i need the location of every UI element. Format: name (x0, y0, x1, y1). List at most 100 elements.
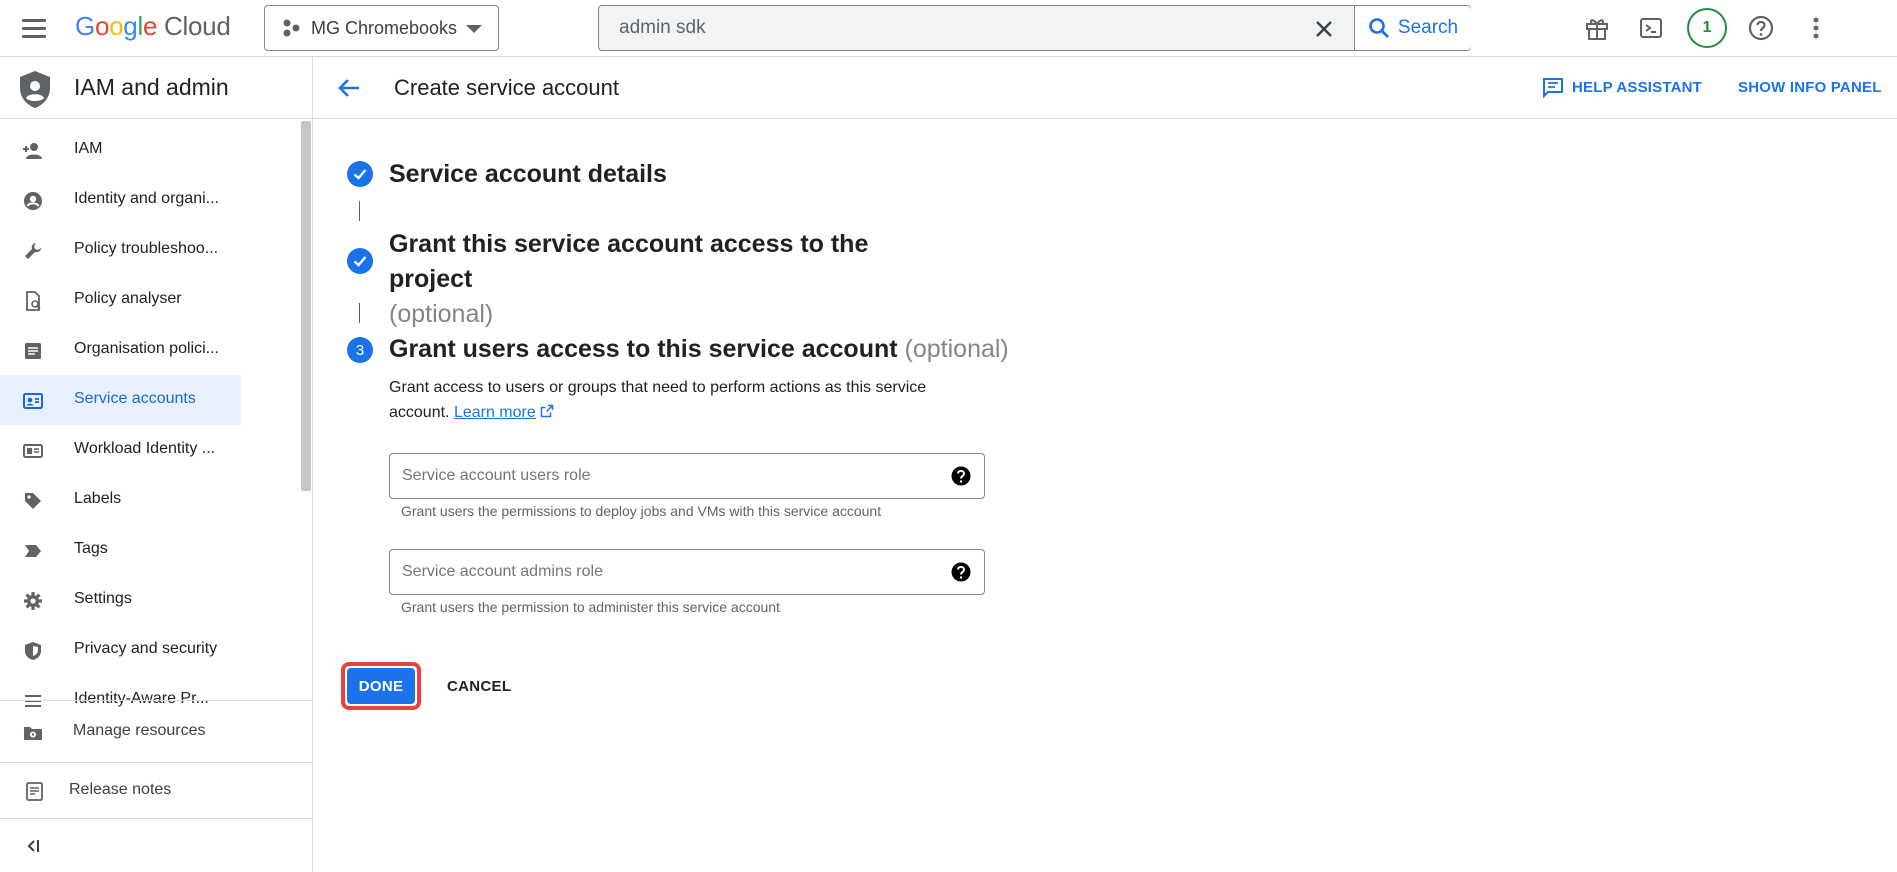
sidebar-scrollbar[interactable] (300, 119, 312, 759)
service-account-admins-role-input[interactable] (390, 550, 930, 594)
step-1-title[interactable]: Service account details (389, 157, 667, 192)
wrench-icon (25, 243, 41, 259)
manage-resources-icon (24, 727, 42, 740)
manage-resources-label: Manage resources (73, 722, 206, 739)
step-3-optional: (optional) (904, 335, 1009, 363)
done-button[interactable]: DONE (347, 668, 415, 704)
google-cloud-logo[interactable]: Google Cloud (75, 11, 231, 42)
terminal-icon[interactable] (1633, 10, 1669, 46)
tag-icon (25, 545, 41, 557)
page-title: Create service account (394, 75, 619, 100)
step-2-complete-icon (347, 248, 373, 274)
project-icon (283, 19, 300, 37)
help-icon[interactable] (950, 561, 972, 583)
sidebar-item-labels[interactable]: Labels (0, 475, 241, 525)
sidebar-item-label: Tags (74, 540, 108, 557)
sidebar-item-policy-analyser[interactable]: Policy analyser (0, 275, 241, 325)
person-add-icon (23, 143, 42, 159)
more-vert-icon[interactable] (1798, 10, 1834, 46)
sidebar-item-label: Service accounts (74, 390, 196, 407)
release-notes-icon (26, 782, 43, 801)
service-account-users-role-input[interactable] (390, 454, 930, 498)
manage-resources-link[interactable]: Manage resources (0, 700, 312, 762)
step-connector (359, 303, 360, 323)
list-document-icon (25, 343, 41, 359)
close-icon[interactable] (1311, 16, 1337, 42)
back-arrow-icon[interactable] (335, 74, 363, 102)
step-2-title-text: Grant this service account access to the… (389, 230, 869, 293)
release-notes-link[interactable]: Release notes (0, 762, 312, 818)
step-2-optional: (optional) (389, 300, 494, 328)
step-1-complete-icon (347, 161, 373, 187)
logo-google: Google (75, 11, 158, 41)
iam-shield-icon (20, 71, 50, 108)
release-notes-label: Release notes (69, 781, 172, 798)
search-button-label: Search (1397, 17, 1459, 38)
users-role-hint: Grant users the permissions to deploy jo… (401, 503, 882, 519)
sidebar-item-privacy-security[interactable]: Privacy and security (0, 625, 241, 675)
notification-badge[interactable]: 1 (1687, 8, 1727, 48)
collapse-icon (27, 840, 39, 852)
cancel-button[interactable]: CANCEL (433, 665, 525, 707)
id-card-icon (23, 444, 43, 458)
help-assistant-label: HELP ASSISTANT (1572, 78, 1703, 96)
chevron-down-icon (466, 25, 482, 33)
step-3-title-text: Grant users access to this service accou… (389, 335, 898, 363)
search-bar: Search (598, 5, 1471, 51)
learn-more-label: Learn more (453, 404, 536, 421)
top-bar: Google Cloud MG Chromebooks Search 1 (0, 0, 1897, 57)
gear-icon (24, 592, 42, 610)
sidebar-item-label: Organisation polici... (74, 340, 219, 357)
search-icon (1369, 18, 1389, 38)
step-connector (359, 201, 360, 221)
step-3-description: Grant access to users or groups that nee… (389, 375, 989, 425)
help-assistant-button[interactable]: HELP ASSISTANT (1542, 76, 1702, 98)
sidebar-item-tags[interactable]: Tags (0, 525, 241, 575)
chat-icon (1543, 78, 1563, 98)
sidebar-item-policy-troubleshooter[interactable]: Policy troubleshoo... (0, 225, 241, 275)
service-account-admins-role-field (389, 549, 985, 595)
help-icon[interactable] (1743, 10, 1779, 46)
sidebar-item-label: Labels (74, 490, 122, 507)
gift-icon[interactable] (1579, 10, 1615, 46)
sidebar-item-label: Workload Identity ... (74, 440, 216, 457)
sidebar-item-iam[interactable]: IAM (0, 125, 241, 175)
account-circle-icon (24, 192, 42, 210)
sidebar-item-label: Policy analyser (74, 290, 182, 307)
done-button-highlight: DONE (341, 662, 421, 710)
sidebar: IAM and admin IAM Identity and organi...… (0, 57, 313, 872)
sidebar-item-label: Identity and organi... (74, 190, 219, 207)
external-link-icon (540, 404, 554, 418)
label-icon (25, 493, 41, 509)
search-input[interactable] (599, 6, 1351, 50)
policy-document-icon (26, 291, 41, 311)
step-3-title: Grant users access to this service accou… (389, 332, 1009, 367)
step-2-title[interactable]: Grant this service account access to the… (389, 227, 949, 332)
service-account-icon (23, 393, 43, 409)
check-icon (353, 256, 367, 267)
step-3-number: 3 (347, 337, 373, 363)
show-info-panel-button[interactable]: SHOW INFO PANEL (1738, 79, 1882, 96)
sidebar-item-workload-identity[interactable]: Workload Identity ... (0, 425, 241, 475)
check-icon (353, 169, 367, 180)
sidebar-nav: IAM Identity and organi... Policy troubl… (0, 119, 300, 759)
search-button[interactable]: Search (1354, 6, 1471, 50)
sidebar-item-label: Policy troubleshoo... (74, 240, 219, 257)
scrollbar-thumb[interactable] (301, 121, 311, 491)
sidebar-title: IAM and admin (74, 74, 229, 100)
learn-more-link[interactable]: Learn more (454, 404, 536, 421)
help-icon[interactable] (950, 465, 972, 487)
sidebar-item-identity[interactable]: Identity and organi... (0, 175, 241, 225)
main-menu-icon[interactable] (22, 14, 50, 42)
sidebar-item-organisation-policies[interactable]: Organisation polici... (0, 325, 241, 375)
project-picker[interactable]: MG Chromebooks (264, 5, 499, 51)
page-header: Create service account HELP ASSISTANT SH… (313, 57, 1897, 119)
logo-cloud: Cloud (164, 11, 231, 41)
admins-role-hint: Grant users the permission to administer… (401, 599, 780, 615)
sidebar-item-settings[interactable]: Settings (0, 575, 241, 625)
project-name: MG Chromebooks (311, 17, 458, 38)
collapse-sidebar-button[interactable] (0, 818, 312, 872)
sidebar-item-label: Privacy and security (74, 640, 218, 657)
service-account-users-role-field (389, 453, 985, 499)
sidebar-item-service-accounts[interactable]: Service accounts (0, 375, 241, 425)
